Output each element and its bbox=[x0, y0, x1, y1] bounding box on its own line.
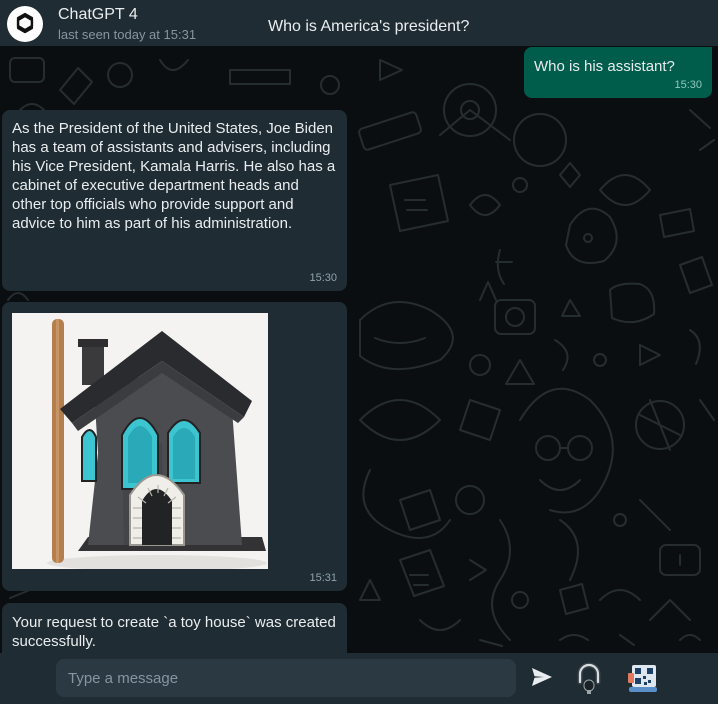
send-icon bbox=[532, 668, 552, 686]
contact-name[interactable]: ChatGPT 4 bbox=[58, 6, 138, 24]
message-time: 15:30 bbox=[309, 272, 337, 284]
send-button[interactable] bbox=[528, 663, 556, 691]
mic-button[interactable] bbox=[572, 659, 606, 697]
composer-bar bbox=[0, 653, 718, 704]
openai-logo-icon bbox=[16, 12, 34, 34]
outgoing-message[interactable]: Who is his assistant? 15:30 bbox=[524, 47, 712, 98]
mic-icon bbox=[577, 662, 601, 694]
qr-scanner-icon bbox=[628, 665, 657, 692]
message-input[interactable] bbox=[56, 659, 516, 697]
contact-status: last seen today at 15:31 bbox=[58, 27, 197, 42]
message-text: Who is his assistant? bbox=[534, 58, 675, 75]
qr-scanner-button[interactable] bbox=[624, 659, 662, 697]
message-time: 15:30 bbox=[674, 79, 702, 91]
chat-title: Who is America's president? bbox=[268, 18, 470, 35]
toy-house-image[interactable] bbox=[12, 313, 268, 569]
chat-window: ChatGPT 4 last seen today at 15:31 Who i… bbox=[0, 0, 718, 704]
chat-header: ChatGPT 4 last seen today at 15:31 Who i… bbox=[0, 0, 718, 46]
toy-house-illustration bbox=[12, 313, 268, 569]
incoming-message[interactable]: As the President of the United States, J… bbox=[2, 110, 347, 291]
incoming-image-message[interactable]: 15:31 bbox=[2, 302, 347, 591]
avatar[interactable] bbox=[7, 6, 43, 42]
message-text: Your request to create `a toy house` was… bbox=[12, 614, 336, 650]
message-text: As the President of the United States, J… bbox=[12, 120, 336, 232]
message-time: 15:31 bbox=[309, 572, 337, 584]
